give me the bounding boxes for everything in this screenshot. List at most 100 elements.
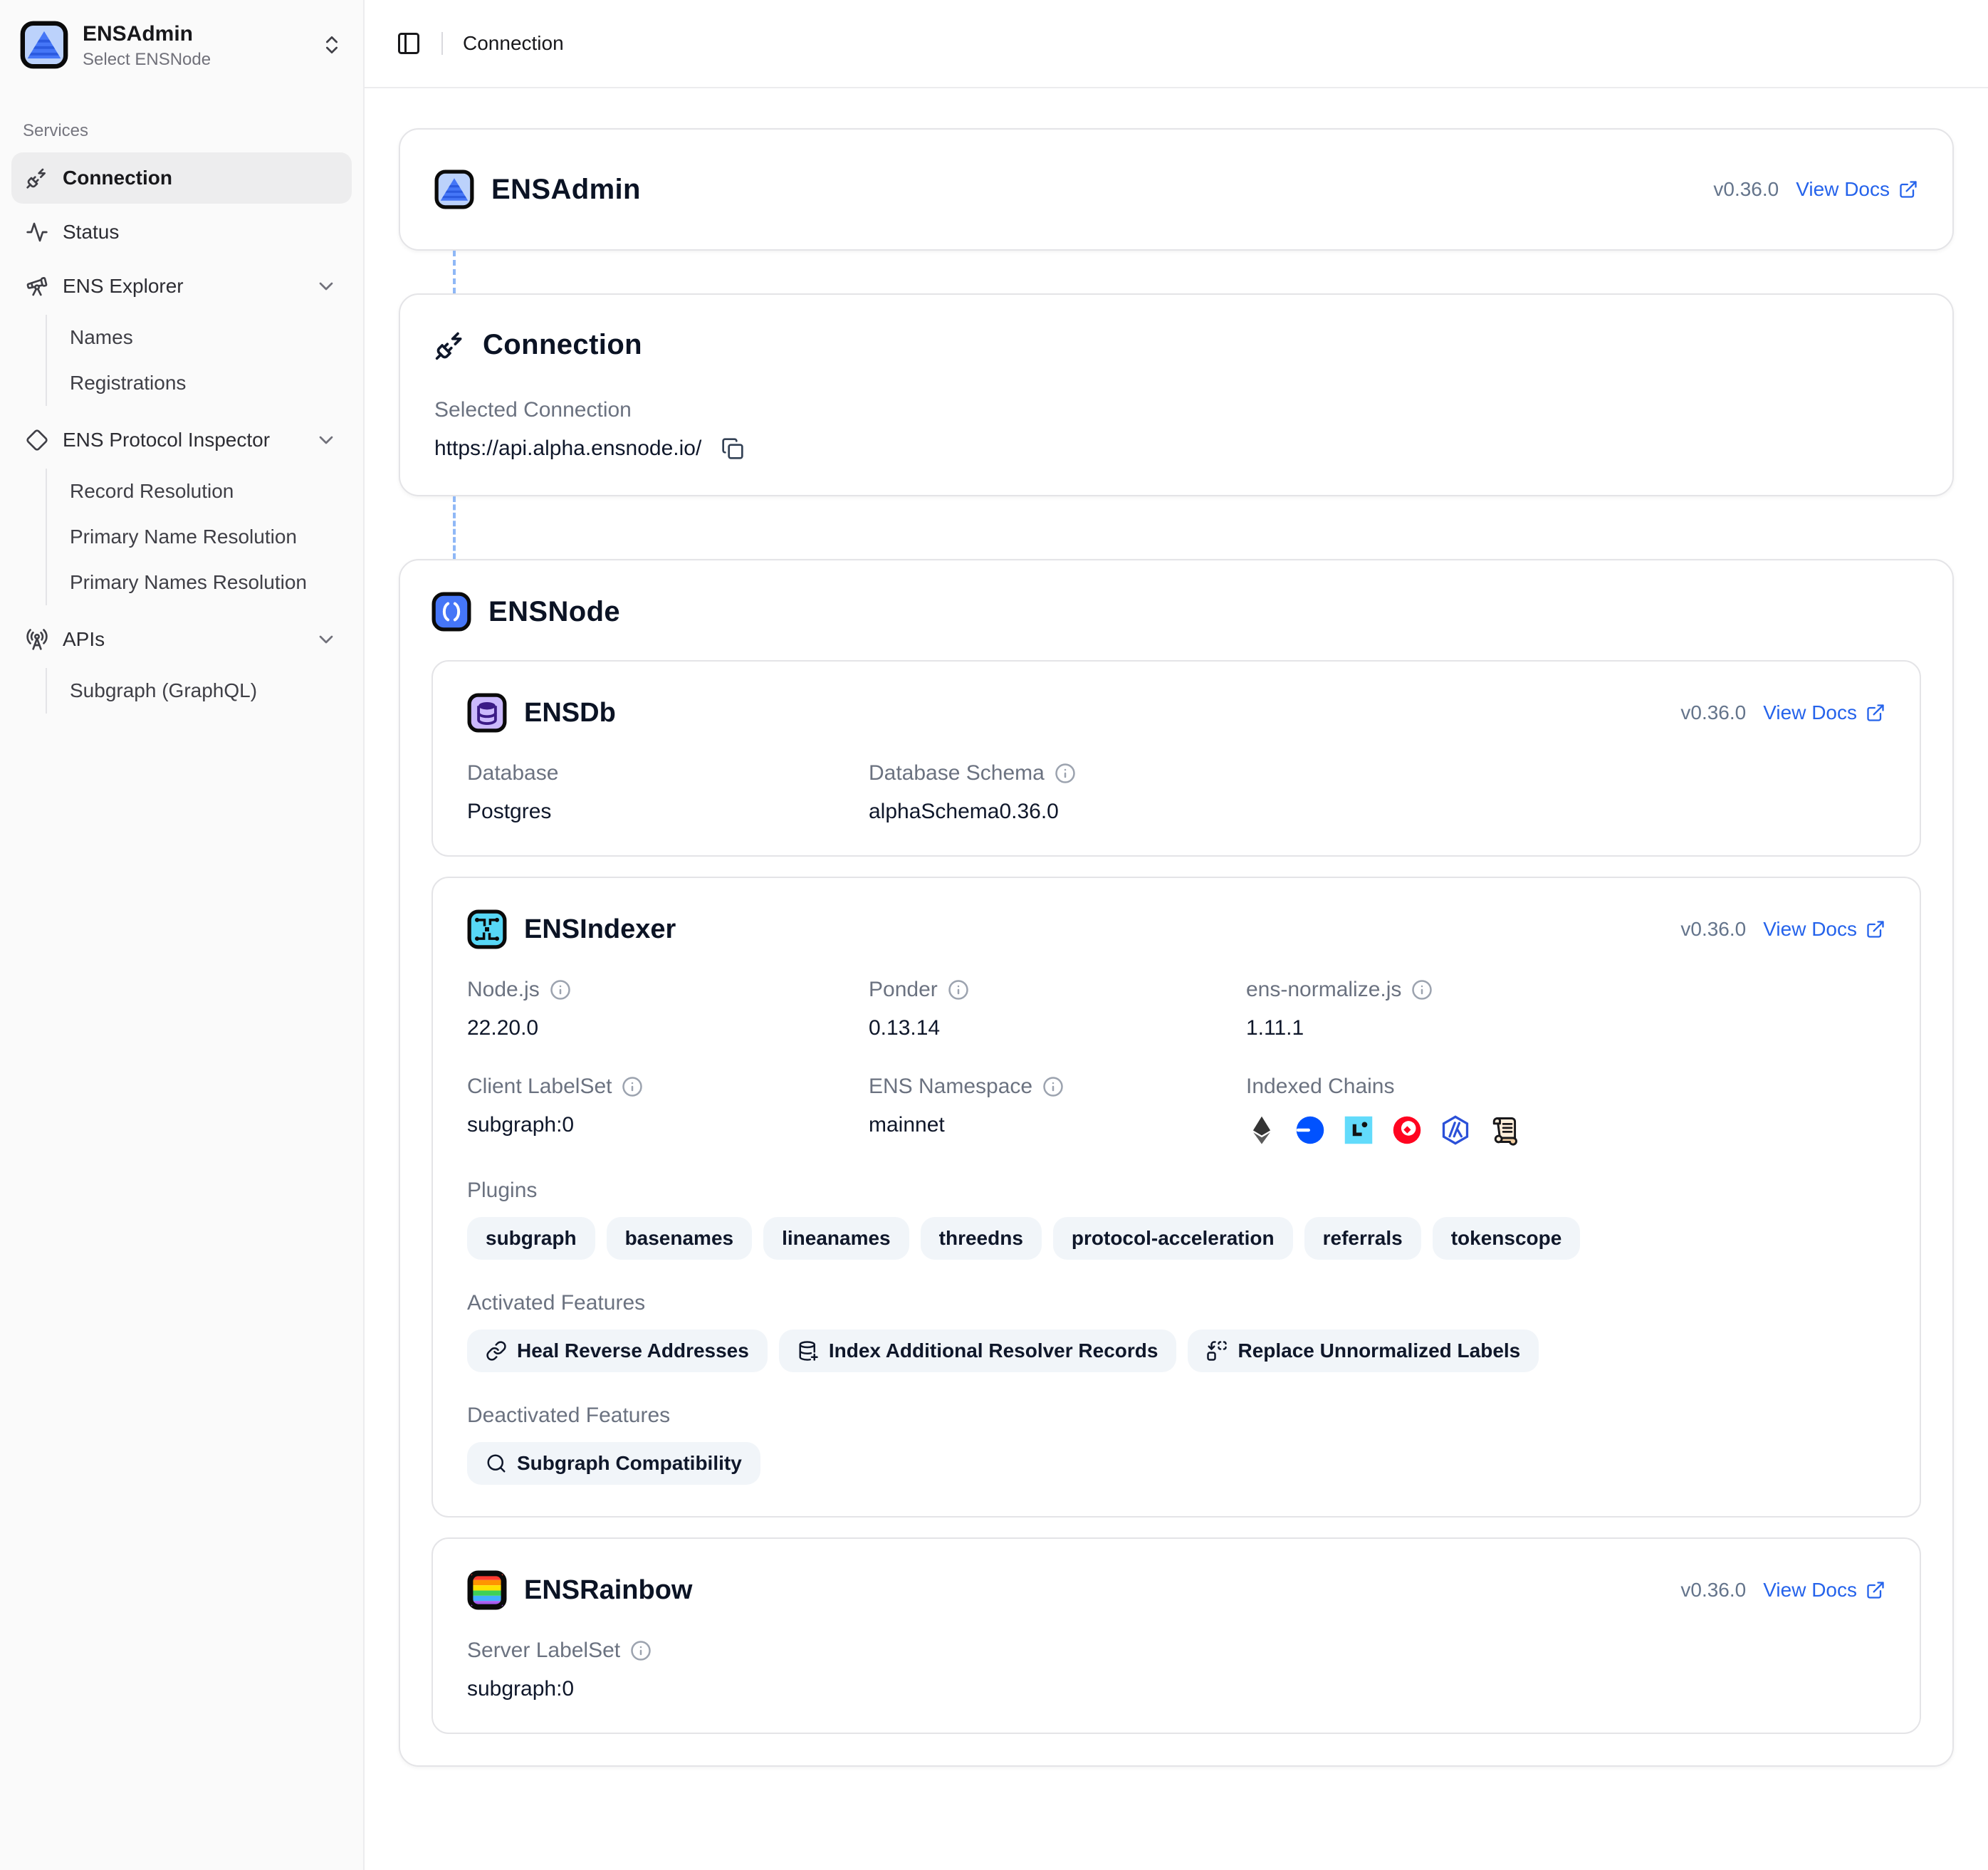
client-labelset-label: Client LabelSet — [467, 1075, 612, 1099]
plugin-badge: basenames — [607, 1217, 753, 1260]
connection-card: Connection Selected Connection https://a… — [399, 293, 1954, 496]
nodejs-value: 22.20.0 — [467, 1016, 869, 1040]
ens-normalize-value: 1.11.1 — [1246, 1016, 1885, 1040]
indexed-chains-label: Indexed Chains — [1246, 1075, 1885, 1099]
ponder-label: Ponder — [869, 978, 938, 1002]
card-connector — [453, 251, 456, 293]
sidebar-item-connection[interactable]: Connection — [11, 152, 352, 204]
telescope-icon — [26, 275, 48, 298]
indexed-chains-list — [1246, 1113, 1885, 1147]
ensnode-logo — [431, 592, 471, 632]
plugin-badge: lineanames — [763, 1217, 909, 1260]
sidebar-item-label: Status — [63, 221, 119, 244]
ensdb-logo — [467, 693, 507, 733]
sidebar-item-subgraph-graphql[interactable]: Subgraph (GraphQL) — [50, 668, 352, 714]
feature-badge: Index Additional Resolver Records — [779, 1330, 1177, 1372]
plugin-badge: protocol-acceleration — [1053, 1217, 1293, 1260]
plug-zap-icon — [434, 330, 466, 361]
ensdb-card-title: ENSDb — [524, 698, 616, 728]
plugin-badge: tokenscope — [1433, 1217, 1581, 1260]
nodejs-label: Node.js — [467, 978, 540, 1002]
diamond-icon — [26, 429, 48, 451]
sidebar-toggle-icon[interactable] — [396, 31, 422, 56]
database-schema-label: Database Schema — [869, 761, 1045, 785]
info-icon[interactable] — [1411, 979, 1433, 1001]
ens-explorer-submenu: Names Registrations — [46, 315, 352, 406]
sidebar-item-record-resolution[interactable]: Record Resolution — [50, 469, 352, 514]
info-icon[interactable] — [622, 1076, 643, 1097]
ensadmin-view-docs-link[interactable]: View Docs — [1796, 178, 1918, 201]
app-title: ENSAdmin — [83, 22, 193, 46]
sidebar-item-ens-explorer[interactable]: ENS Explorer — [11, 261, 352, 312]
app-subtitle: Select ENSNode — [83, 50, 306, 70]
ensdb-view-docs-link[interactable]: View Docs — [1763, 701, 1885, 724]
database-schema-field: Database Schema alphaSchema0.36.0 — [869, 761, 1246, 824]
plugins-label: Plugins — [467, 1179, 1885, 1203]
sidebar: ENSAdmin Select ENSNode Services Connect… — [0, 0, 365, 1870]
ensadmin-logo — [20, 21, 68, 69]
database-schema-value: alphaSchema0.36.0 — [869, 800, 1246, 824]
ponder-value: 0.13.14 — [869, 1016, 1246, 1040]
info-icon[interactable] — [1055, 763, 1076, 784]
deactivated-features-label: Deactivated Features — [467, 1404, 1885, 1428]
info-icon[interactable] — [1042, 1076, 1064, 1097]
sidebar-item-names[interactable]: Names — [50, 315, 352, 360]
base-icon — [1294, 1114, 1326, 1146]
ens-normalize-label: ens-normalize.js — [1246, 978, 1401, 1002]
database-label: Database — [467, 761, 869, 785]
ensdb-card: ENSDb v0.36.0 View Docs Database Postgre… — [431, 660, 1921, 857]
activated-features-label: Activated Features — [467, 1291, 1885, 1315]
ens-namespace-label: ENS Namespace — [869, 1075, 1032, 1099]
chevrons-up-down-icon[interactable] — [320, 33, 343, 56]
chevron-down-icon — [315, 628, 338, 651]
server-labelset-value: subgraph:0 — [467, 1677, 1885, 1701]
search-icon — [486, 1453, 507, 1474]
ensindexer-version: v0.36.0 — [1680, 918, 1746, 941]
ens-normalize-field: ens-normalize.js 1.11.1 — [1246, 978, 1885, 1040]
external-link-icon — [1898, 179, 1918, 199]
plugin-badge: referrals — [1304, 1217, 1421, 1260]
plugins-list: subgraph basenames lineanames threedns p… — [467, 1217, 1885, 1260]
ensrainbow-view-docs-link[interactable]: View Docs — [1763, 1579, 1885, 1602]
ensindexer-logo — [467, 909, 507, 949]
plug-zap-icon — [26, 167, 48, 189]
ethereum-icon — [1246, 1114, 1277, 1146]
sidebar-item-primary-name-resolution[interactable]: Primary Name Resolution — [50, 514, 352, 560]
ensindexer-view-docs-link[interactable]: View Docs — [1763, 918, 1885, 941]
ensrainbow-version: v0.36.0 — [1680, 1579, 1746, 1602]
info-icon[interactable] — [550, 979, 571, 1001]
sidebar-section-label: Services — [0, 84, 363, 152]
sidebar-item-apis[interactable]: APIs — [11, 614, 352, 665]
sidebar-item-primary-names-resolution[interactable]: Primary Names Resolution — [50, 560, 352, 605]
sidebar-item-registrations[interactable]: Registrations — [50, 360, 352, 406]
breadcrumb: Connection — [463, 32, 564, 55]
indexed-chains-field: Indexed Chains — [1246, 1075, 1885, 1147]
ensrainbow-card: ENSRainbow v0.36.0 View Docs Server Labe… — [431, 1537, 1921, 1734]
radio-tower-icon — [26, 628, 48, 651]
ensdb-version: v0.36.0 — [1680, 701, 1746, 724]
linea-icon — [1343, 1114, 1374, 1146]
ensadmin-card-title: ENSAdmin — [491, 174, 641, 206]
deactivated-features-list: Subgraph Compatibility — [467, 1442, 1885, 1485]
topbar: Connection — [365, 0, 1988, 88]
ponder-field: Ponder 0.13.14 — [869, 978, 1246, 1040]
activated-features-list: Heal Reverse Addresses Index Additional … — [467, 1330, 1885, 1372]
ensnode-card-title: ENSNode — [488, 596, 620, 628]
ensadmin-version: v0.36.0 — [1713, 178, 1779, 201]
topbar-divider — [441, 32, 443, 55]
ens-protocol-inspector-submenu: Record Resolution Primary Name Resolutio… — [46, 469, 352, 605]
sidebar-item-status[interactable]: Status — [11, 207, 352, 258]
sidebar-item-label: APIs — [63, 628, 105, 651]
ensnode-selector[interactable]: ENSAdmin Select ENSNode — [0, 0, 363, 84]
ensnode-card: ENSNode ENSDb v0.36.0 View Docs Database… — [399, 559, 1954, 1767]
chevron-down-icon — [315, 275, 338, 298]
external-link-icon — [1866, 1580, 1885, 1600]
ensadmin-logo — [434, 169, 474, 209]
scroll-icon — [1488, 1114, 1519, 1146]
copy-icon[interactable] — [721, 437, 744, 460]
sidebar-item-label: Connection — [63, 167, 172, 189]
info-icon[interactable] — [948, 979, 969, 1001]
info-icon[interactable] — [630, 1640, 652, 1661]
sidebar-item-ens-protocol-inspector[interactable]: ENS Protocol Inspector — [11, 414, 352, 466]
connection-card-title: Connection — [483, 329, 642, 361]
